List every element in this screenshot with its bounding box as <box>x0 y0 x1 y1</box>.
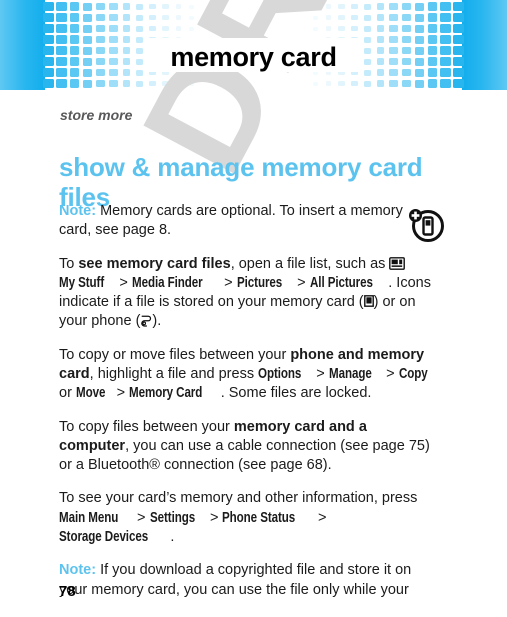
menu-item-media-finder: Media Finder <box>131 274 203 291</box>
menu-item-pictures: Pictures <box>236 274 282 291</box>
text-run: ). <box>152 313 162 330</box>
menu-item-storage-devices: Storage Devices <box>59 528 149 545</box>
menu-item-manage: Manage <box>328 365 372 382</box>
menu-item-main-menu: Main Menu <box>59 509 119 526</box>
add-memory-card-icon <box>404 204 448 244</box>
separator: > <box>115 274 132 291</box>
separator: > <box>312 365 329 382</box>
menu-item-memory-card: Memory Card <box>129 385 203 402</box>
menu-item-my-stuff: My Stuff <box>59 274 105 291</box>
text-run: To see your card’s memory and other info… <box>59 490 418 507</box>
banner-title: memory card <box>170 42 337 72</box>
page-content: store more show & manage memory card fil… <box>0 0 507 617</box>
text-run: , highlight a file and press <box>89 365 259 382</box>
body-text-column: Note: Memory cards are optional. To inse… <box>59 202 439 614</box>
text-run: or <box>59 385 76 402</box>
paragraph-card-to-computer: To copy files between your memory card a… <box>59 418 439 476</box>
note-label: Note: <box>59 562 97 579</box>
text-run: To copy files between your <box>59 418 234 435</box>
note-text: If you download a copyrighted file and s… <box>59 562 412 598</box>
paragraph-card-memory-info: To see your card’s memory and other info… <box>59 489 439 547</box>
separator: > <box>112 385 130 402</box>
note-label: Note: <box>59 203 97 219</box>
my-stuff-icon <box>389 256 406 270</box>
text-run: . Some files are locked. <box>220 385 372 402</box>
menu-item-copy: Copy <box>398 365 428 382</box>
menu-item-phone-status: Phone Status <box>222 509 296 526</box>
separator: > <box>133 509 150 526</box>
menu-item-options: Options <box>258 365 302 382</box>
paragraph-copy-move: To copy or move files between your phone… <box>59 346 439 404</box>
menu-item-all-pictures: All Pictures <box>309 274 373 291</box>
menu-item-settings: Settings <box>149 509 195 526</box>
separator: > <box>382 365 399 382</box>
menu-item-move: Move <box>75 385 106 402</box>
note-text: Memory cards are optional. To insert a m… <box>59 203 403 239</box>
text-run: To copy or move files between your <box>59 346 291 363</box>
text-run: To <box>59 255 79 272</box>
paragraph-note-optional: Note: Memory cards are optional. To inse… <box>59 202 404 241</box>
separator: > <box>293 274 310 291</box>
phone-icon <box>140 314 152 328</box>
separator: > <box>205 509 223 526</box>
text-run: , open a file list, such as <box>230 255 390 272</box>
paragraph-see-files: To see memory card files, open a file li… <box>59 255 439 332</box>
text-run: . <box>170 528 175 545</box>
bold-run: see memory card files <box>78 255 231 272</box>
separator: > <box>220 274 237 291</box>
section-kicker: store more <box>60 107 133 123</box>
separator: > <box>313 509 327 526</box>
memory-card-icon <box>363 294 374 308</box>
page-number: 78 <box>59 583 76 600</box>
paragraph-note-copyright: Note: If you download a copyrighted file… <box>59 561 439 600</box>
